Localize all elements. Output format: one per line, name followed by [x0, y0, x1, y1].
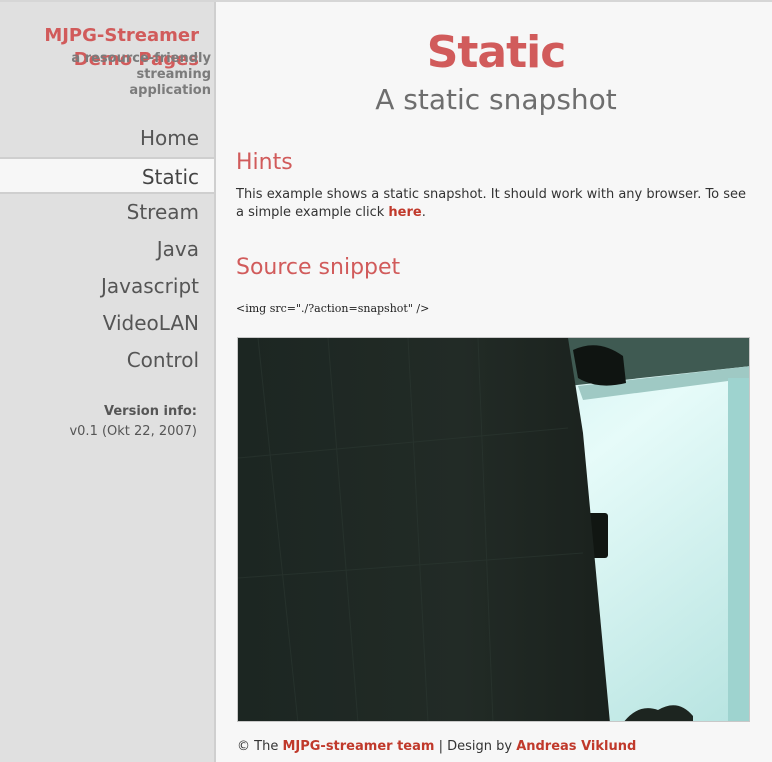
version-info: Version info: v0.1 (Okt 22, 2007) [69, 402, 197, 442]
brand-title-line1: MJPG-Streamer [44, 25, 199, 46]
hints-heading: Hints [236, 150, 293, 175]
snapshot-picture [238, 338, 749, 721]
here-link[interactable]: here [388, 205, 421, 220]
nav-item-static[interactable]: Static [0, 157, 214, 194]
code-snippet: <img src="./?action=snapshot" /> [236, 302, 430, 315]
brand-subtitle-line1: a resource-friendly streaming [71, 51, 211, 82]
hints-paragraph: This example shows a static snapshot. It… [236, 186, 751, 222]
nav-item-stream[interactable]: Stream [0, 194, 214, 231]
source-snippet-heading: Source snippet [236, 255, 401, 280]
hints-text-end: . [421, 205, 426, 220]
page-title: Static [426, 27, 567, 78]
page-subtitle: A static snapshot [375, 83, 617, 116]
team-link[interactable]: MJPG-streamer team [282, 739, 434, 754]
snapshot-image [237, 337, 750, 722]
sidebar: MJPG-Streamer Demo Pages a resource-frie… [0, 2, 216, 762]
nav-item-java[interactable]: Java [0, 231, 214, 268]
brand-subtitle: a resource-friendly streaming applicatio… [1, 51, 211, 99]
nav-item-videolan[interactable]: VideoLAN [0, 305, 214, 342]
nav-menu: Home Static Stream Java Javascript Video… [0, 120, 214, 379]
version-label: Version info: [104, 404, 197, 419]
hints-text: This example shows a static snapshot. It… [236, 187, 747, 220]
brand-subtitle-line2: application [129, 83, 211, 98]
footer-prefix: © The [237, 739, 283, 754]
version-value: v0.1 (Okt 22, 2007) [69, 424, 197, 439]
nav-item-javascript[interactable]: Javascript [0, 268, 214, 305]
nav-item-control[interactable]: Control [0, 342, 214, 379]
designer-link[interactable]: Andreas Viklund [516, 739, 636, 754]
nav-item-home[interactable]: Home [0, 120, 214, 157]
footer-separator: | Design by [434, 739, 517, 754]
footer: © The MJPG-streamer team | Design by And… [237, 738, 636, 756]
